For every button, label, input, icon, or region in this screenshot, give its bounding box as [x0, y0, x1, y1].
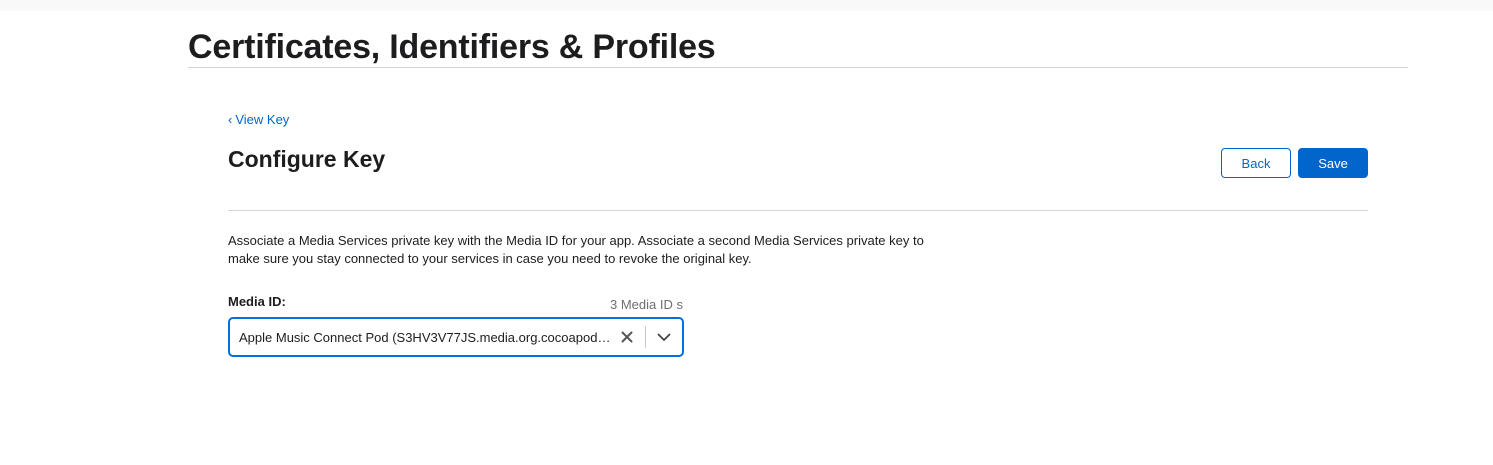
- view-key-link-label: View Key: [235, 112, 290, 127]
- top-strip: [0, 0, 1493, 11]
- description-text: Associate a Media Services private key w…: [228, 233, 924, 266]
- back-button[interactable]: Back: [1221, 148, 1291, 178]
- close-icon[interactable]: [613, 323, 641, 351]
- save-button[interactable]: Save: [1298, 148, 1368, 178]
- media-id-count: 3 Media ID s: [610, 297, 683, 312]
- page-title: Certificates, Identifiers & Profiles: [188, 28, 716, 66]
- media-id-label: Media ID:: [228, 294, 286, 309]
- page-header: Certificates, Identifiers & Profiles: [188, 28, 1408, 68]
- media-id-field-header: Media ID: 3 Media ID s: [228, 293, 684, 315]
- media-id-field: Media ID: 3 Media ID s Apple Music Conne…: [228, 293, 684, 357]
- media-id-selected-value: Apple Music Connect Pod (S3HV3V77JS.medi…: [239, 329, 613, 345]
- media-id-select[interactable]: Apple Music Connect Pod (S3HV3V77JS.medi…: [228, 317, 684, 357]
- chevron-down-icon[interactable]: [646, 319, 682, 355]
- chevron-left-icon: ‹: [228, 112, 233, 127]
- section-header: Configure Key Back Save: [228, 145, 1368, 211]
- action-buttons: Back Save: [1221, 148, 1368, 178]
- view-key-link[interactable]: ‹ View Key: [228, 110, 289, 130]
- main-content: ‹ View Key Configure Key Back Save Associ…: [228, 110, 1368, 357]
- section-title: Configure Key: [228, 146, 386, 172]
